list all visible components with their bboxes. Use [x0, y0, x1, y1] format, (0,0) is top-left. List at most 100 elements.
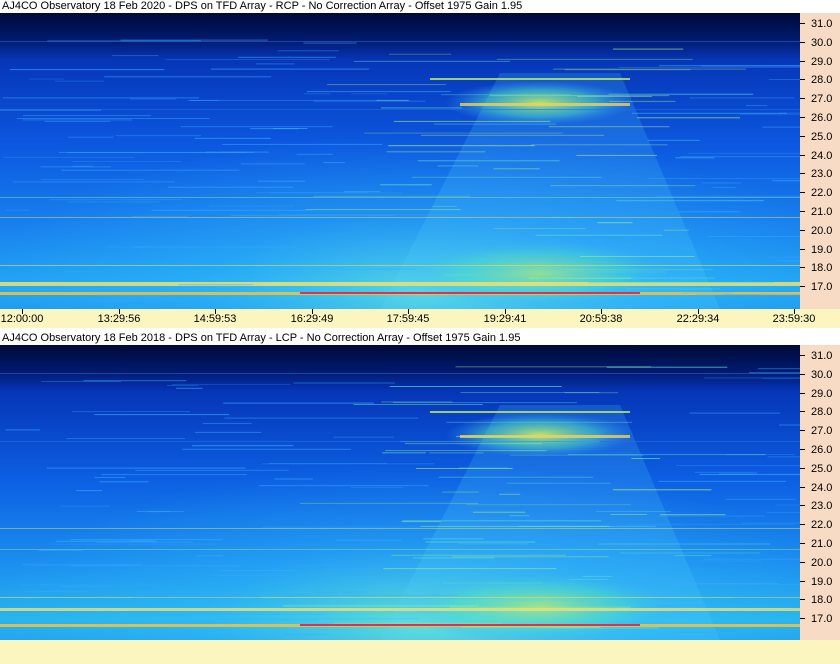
emission-streak: [674, 555, 712, 557]
frequency-tick-label: 26.0: [811, 112, 833, 124]
bottom-spectrogram[interactable]: [0, 345, 800, 640]
frequency-tick-label: 20.0: [811, 225, 833, 237]
tick-mark: [800, 543, 805, 544]
emission-streak: [202, 422, 252, 424]
emission-streak: [682, 292, 733, 294]
emission-streak: [353, 404, 483, 405]
frequency-tick: 18.0: [800, 261, 840, 275]
emission-streak: [142, 629, 193, 631]
emission-streak: [678, 211, 740, 213]
time-tick-label: 14:59:53: [193, 313, 237, 325]
emission-streak: [58, 585, 111, 587]
emission-streak: [255, 192, 368, 194]
tick-mark: [800, 173, 805, 174]
frequency-tick: 28.0: [800, 73, 840, 87]
emission-streak: [697, 560, 762, 562]
time-tick-label: 13:29:56: [97, 313, 141, 325]
frequency-tick-label: 26.0: [811, 444, 833, 456]
emission-streak: [391, 554, 566, 556]
emission-streak: [576, 154, 658, 156]
emission-streak: [49, 543, 216, 545]
emission-streak: [509, 515, 530, 517]
tick-mark: [800, 487, 805, 488]
emission-streak: [401, 521, 441, 523]
bottom-time-axis-strip: [0, 640, 840, 664]
emission-streak: [194, 137, 271, 139]
emission-streak: [432, 205, 457, 207]
tick-mark: [800, 98, 805, 99]
emission-streak: [296, 153, 333, 155]
emission-streak: [550, 185, 696, 187]
emission-streak: [335, 539, 402, 541]
tick-mark: [800, 374, 805, 375]
emission-streak: [449, 606, 631, 608]
emission-streak: [313, 195, 470, 197]
emission-streak: [293, 382, 395, 384]
emission-streak: [441, 94, 572, 96]
emission-streak: [221, 570, 297, 571]
frequency-tick-label: 18.0: [811, 594, 833, 606]
emission-streak: [221, 143, 383, 145]
frequency-tick: 17.0: [800, 280, 840, 294]
frequency-tick: 26.0: [800, 111, 840, 125]
emission-streak: [676, 465, 800, 466]
emission-streak: [72, 161, 182, 162]
frequency-tick-label: 28.0: [811, 406, 833, 418]
emission-streak: [156, 613, 325, 615]
emission-streak: [741, 522, 800, 524]
emission-streak: [385, 450, 547, 452]
emission-streak: [22, 564, 142, 566]
emission-streak: [438, 476, 594, 478]
emission-streak: [766, 511, 800, 513]
emission-streak: [307, 91, 451, 93]
emission-streak: [631, 112, 787, 114]
emission-streak: [47, 40, 201, 42]
emission-streak: [383, 568, 557, 570]
frequency-tick: 18.0: [800, 593, 840, 607]
emission-streak: [333, 622, 502, 624]
emission-streak: [609, 100, 676, 102]
emission-streak: [499, 493, 521, 495]
emission-streak: [276, 268, 416, 270]
emission-streak: [411, 176, 602, 178]
emission-streak: [613, 489, 712, 491]
emission-streak: [176, 387, 203, 389]
emission-streak: [597, 222, 633, 224]
emission-streak: [655, 195, 800, 197]
emission-streak: [364, 132, 563, 134]
emission-streak: [775, 504, 800, 506]
emission-streak: [610, 514, 647, 515]
emission-streak: [100, 621, 236, 623]
emission-streak: [89, 300, 194, 302]
emission-streak: [694, 471, 758, 473]
frequency-tick-label: 24.0: [811, 482, 833, 494]
frequency-tick: 27.0: [800, 424, 840, 438]
emission-streak: [548, 126, 670, 128]
emission-streak: [380, 184, 432, 186]
emission-streak: [712, 186, 737, 188]
frequency-tick: 20.0: [800, 224, 840, 238]
emission-streak: [132, 246, 296, 248]
emission-streak: [461, 626, 601, 628]
top-spectrogram[interactable]: [0, 13, 800, 309]
frequency-tick-label: 27.0: [811, 425, 833, 437]
emission-streak: [672, 631, 751, 633]
emission-streak: [658, 480, 787, 482]
frequency-tick: 25.0: [800, 462, 840, 476]
tick-mark: [800, 430, 805, 431]
emission-streak: [706, 236, 800, 237]
frequency-tick-label: 19.0: [811, 244, 833, 256]
frequency-tick-label: 21.0: [811, 206, 833, 218]
emission-streak: [240, 163, 305, 165]
emission-streak: [209, 574, 284, 576]
emission-streak: [388, 53, 452, 55]
tick-mark: [800, 61, 805, 62]
emission-streak: [564, 392, 619, 394]
time-tick-label: 19:29:41: [483, 313, 527, 325]
emission-streak: [718, 473, 757, 475]
emission-streak: [67, 152, 248, 154]
emission-streak: [434, 123, 557, 125]
emission-streak: [779, 424, 800, 426]
emission-streak: [675, 157, 715, 159]
emission-streak: [284, 634, 327, 635]
